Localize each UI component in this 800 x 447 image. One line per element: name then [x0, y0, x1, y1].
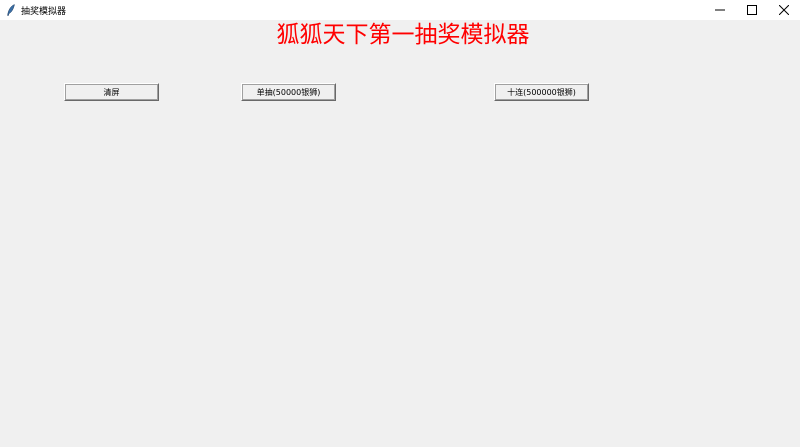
- ten-draw-button[interactable]: 十连(500000银狮): [494, 83, 589, 101]
- window-title: 抽奖模拟器: [21, 6, 67, 17]
- feather-icon: [4, 3, 18, 17]
- maximize-button[interactable]: [736, 0, 768, 20]
- maximize-icon: [747, 5, 757, 15]
- minimize-button[interactable]: [704, 0, 736, 20]
- title-bar[interactable]: 抽奖模拟器: [0, 0, 800, 20]
- app-window: 抽奖模拟器 狐狐天下第一抽奖模拟器 清屏 单抽(50000银狮) 十连(5000…: [0, 0, 800, 447]
- minimize-icon: [715, 9, 725, 11]
- close-icon: [779, 5, 789, 15]
- window-controls: [704, 0, 800, 20]
- close-button[interactable]: [768, 0, 800, 20]
- single-draw-button[interactable]: 单抽(50000银狮): [241, 83, 336, 101]
- page-title: 狐狐天下第一抽奖模拟器: [276, 22, 530, 48]
- clear-screen-button[interactable]: 清屏: [64, 83, 159, 101]
